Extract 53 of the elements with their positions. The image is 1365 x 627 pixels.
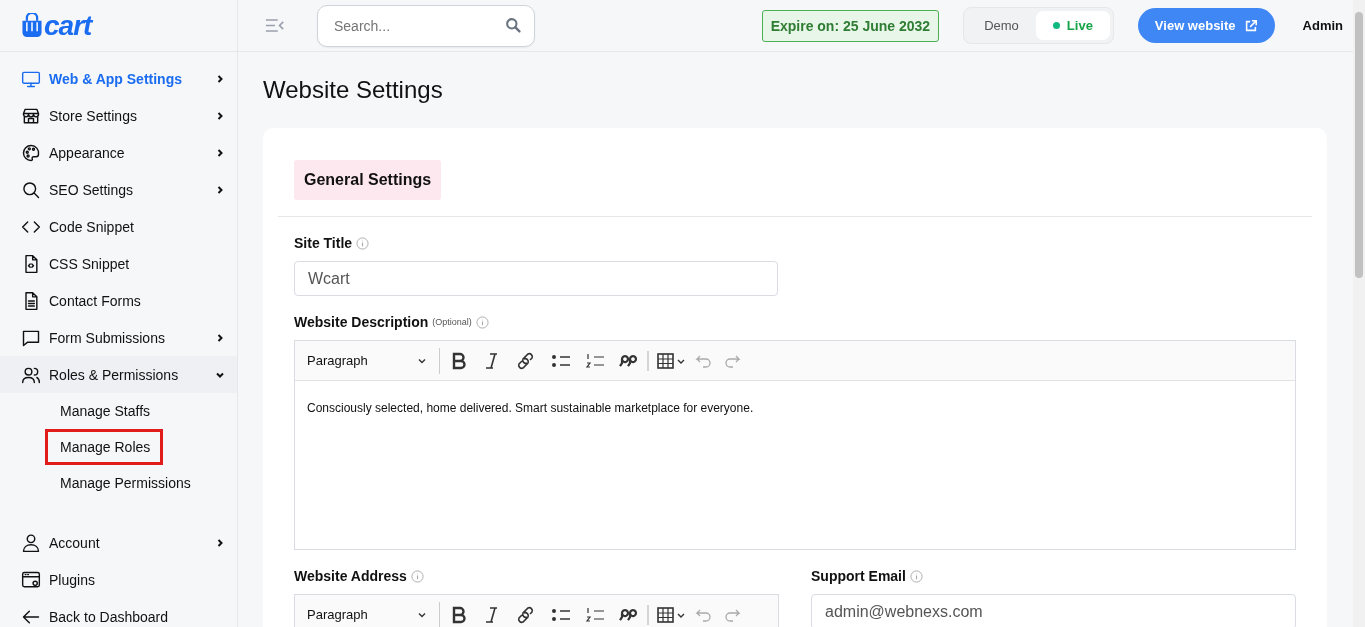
sidebar-item[interactable]: CSS Snippet — [0, 245, 237, 282]
sidebar-item[interactable]: Appearance — [0, 134, 237, 171]
info-icon — [475, 315, 489, 329]
sidebar-item[interactable]: Plugins — [0, 561, 237, 598]
sidebar-item[interactable]: Web & App Settings — [0, 60, 237, 97]
search-icon[interactable] — [505, 16, 522, 34]
sidebar-item[interactable]: SEO Settings — [0, 171, 237, 208]
chevron-right-icon — [215, 537, 225, 548]
chevron-right-icon — [215, 110, 225, 121]
chevron-right-icon — [215, 73, 225, 84]
rich-text-editor[interactable]: Paragraph — [294, 594, 779, 627]
sidebar-item[interactable]: Contact Forms — [0, 282, 237, 319]
browser-window-icon — [21, 569, 41, 590]
mode-option[interactable]: Demo — [967, 11, 1036, 40]
menu-collapse-icon[interactable] — [265, 18, 285, 33]
info-icon — [909, 569, 923, 583]
search-field[interactable]: Search... — [317, 4, 535, 47]
rich-text-editor[interactable]: Paragraph Consciously selected, home delivered. Smart sustainable marketplace for everyone. — [294, 340, 1296, 550]
expiry-badge: Expire on: 25 June 2032 — [761, 9, 940, 42]
scrollbar[interactable] — [1353, 0, 1365, 627]
sidebar-item[interactable]: Account — [0, 524, 237, 561]
field-label: Website Address — [294, 568, 407, 584]
person-icon — [21, 532, 41, 553]
chevron-right-icon — [215, 184, 225, 195]
chevron-right-icon — [215, 332, 225, 343]
info-icon — [410, 569, 424, 583]
info-icon — [356, 236, 370, 250]
sidebar-subitem[interactable]: Manage Permissions — [45, 465, 204, 501]
sidebar-item[interactable]: Back to Dashboard — [0, 598, 237, 627]
sidebar-item[interactable]: Form Submissions — [0, 319, 237, 356]
field-label: Support Email — [811, 568, 906, 584]
search-icon — [21, 179, 41, 200]
palette-icon — [21, 142, 41, 163]
logo-bag-icon — [21, 12, 43, 39]
logo-text: cart — [44, 9, 92, 42]
field-label: Website Description — [294, 314, 429, 330]
sidebar-item[interactable]: Store Settings — [0, 97, 237, 134]
support-email-field[interactable]: admin@webnexs.com — [811, 594, 1296, 627]
chevron-right-icon — [215, 147, 225, 158]
section-tab[interactable]: General Settings — [294, 160, 442, 200]
sidebar-subitem[interactable]: Manage Staffs — [45, 393, 164, 429]
external-link-icon — [1243, 18, 1258, 33]
user-name[interactable]: Admin — [1302, 18, 1343, 33]
format-dropdown[interactable]: Paragraph — [295, 347, 440, 374]
field-label: Site Title — [294, 235, 353, 251]
sidebar-item[interactable]: Code Snippet — [0, 208, 237, 245]
sidebar-item[interactable]: Roles & Permissions — [0, 356, 237, 393]
site-title-field[interactable]: Wcart — [294, 261, 778, 296]
editor-text: Consciously selected, home delivered. Smart sustainable marketplace for everyone. — [307, 401, 755, 415]
sidebar-subitem[interactable]: Manage Roles — [45, 429, 164, 465]
view-website-button[interactable]: View website — [1137, 8, 1275, 43]
optional-note: (Optional) — [432, 317, 472, 327]
page-title: Website Settings — [263, 76, 444, 104]
